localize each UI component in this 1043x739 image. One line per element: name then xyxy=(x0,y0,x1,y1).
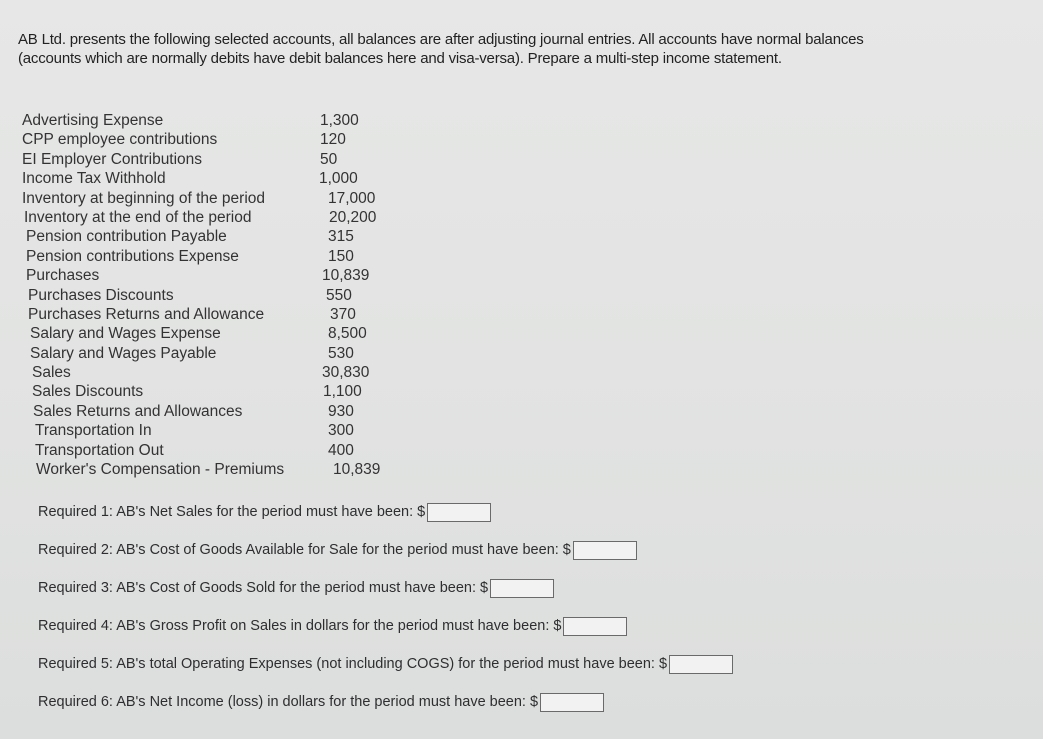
account-name: Pension contributions Expense xyxy=(26,247,239,265)
cost-of-goods-sold-input[interactable] xyxy=(490,578,555,598)
account-value: 150 xyxy=(328,247,354,265)
required-2-label: Required 2: AB's Cost of Goods Available… xyxy=(38,542,571,558)
account-value: 10,839 xyxy=(322,267,370,285)
required-4-label: Required 4: AB's Gross Profit on Sales i… xyxy=(38,618,562,634)
net-sales-input[interactable] xyxy=(427,502,492,522)
gross-profit-input[interactable] xyxy=(563,616,628,636)
account-value: 30,830 xyxy=(322,364,370,382)
account-name: Purchases Discounts xyxy=(28,286,174,304)
account-value: 370 xyxy=(330,305,356,323)
account-name: Purchases Returns and Allowance xyxy=(28,305,265,323)
account-name: Sales xyxy=(32,364,71,382)
cost-of-goods-available-input[interactable] xyxy=(572,540,637,560)
account-value: 120 xyxy=(320,131,346,149)
account-name: Pension contribution Payable xyxy=(26,228,227,246)
required-3: Required 3: AB's Cost of Goods Sold for … xyxy=(38,569,733,607)
account-name: Purchases xyxy=(26,267,100,285)
account-value: 550 xyxy=(326,286,352,304)
account-value: 50 xyxy=(320,150,338,168)
account-value: 20,200 xyxy=(329,208,377,226)
account-value: 530 xyxy=(328,344,354,362)
account-name: Worker's Compensation - Premiums xyxy=(36,461,285,479)
account-name: EI Employer Contributions xyxy=(22,150,203,168)
required-1: Required 1: AB's Net Sales for the perio… xyxy=(38,493,733,531)
intro-line-2: (accounts which are normally debits have… xyxy=(18,50,782,67)
required-1-label: Required 1: AB's Net Sales for the perio… xyxy=(38,504,426,520)
account-value: 930 xyxy=(328,402,354,420)
account-value: 300 xyxy=(328,422,354,440)
account-value: 17,000 xyxy=(328,189,376,207)
account-value: 8,500 xyxy=(328,325,367,343)
account-name: Inventory at beginning of the period xyxy=(22,189,266,207)
account-value: 1,100 xyxy=(323,383,362,401)
account-name: Income Tax Withhold xyxy=(22,170,166,188)
account-name: Advertising Expense xyxy=(22,112,164,129)
account-name: Salary and Wages Payable xyxy=(30,344,217,362)
account-value: 10,839 xyxy=(333,461,381,479)
account-name: CPP employee contributions xyxy=(22,131,218,149)
account-name: Salary and Wages Expense xyxy=(30,325,221,343)
intro-line-1: AB Ltd. presents the following selected … xyxy=(18,31,864,48)
required-questions: Required 1: AB's Net Sales for the perio… xyxy=(38,493,734,721)
account-value: 315 xyxy=(328,228,354,246)
account-name: Transportation In xyxy=(35,422,152,440)
net-income-input[interactable] xyxy=(540,692,605,712)
account-value: 1,000 xyxy=(319,170,358,188)
account-value: 1,300 xyxy=(320,112,359,129)
required-2: Required 2: AB's Cost of Goods Available… xyxy=(38,531,733,569)
account-value: 400 xyxy=(328,441,354,459)
required-5: Required 5: AB's total Operating Expense… xyxy=(38,645,734,683)
required-3-label: Required 3: AB's Cost of Goods Sold for … xyxy=(38,580,489,596)
required-5-label: Required 5: AB's total Operating Expense… xyxy=(38,656,668,672)
account-name: Transportation Out xyxy=(35,441,164,459)
required-4: Required 4: AB's Gross Profit on Sales i… xyxy=(38,607,733,645)
operating-expenses-input[interactable] xyxy=(669,654,734,674)
problem-statement: AB Ltd. presents the following selected … xyxy=(18,30,1038,68)
required-6-label: Required 6: AB's Net Income (loss) in do… xyxy=(38,694,539,710)
required-6: Required 6: AB's Net Income (loss) in do… xyxy=(38,683,733,721)
account-name: Sales Returns and Allowances xyxy=(33,402,243,420)
account-name: Inventory at the end of the period xyxy=(24,208,252,226)
account-name: Sales Discounts xyxy=(32,383,144,401)
